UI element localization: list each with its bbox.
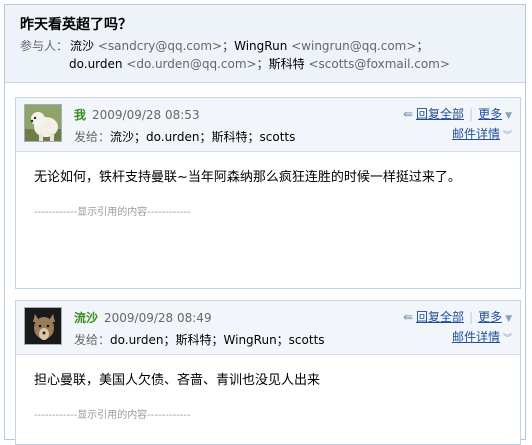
sender-line: 流沙 2009/09/28 08:49: [74, 309, 212, 326]
sender-name[interactable]: 流沙: [74, 311, 98, 325]
mail-details-link[interactable]: 邮件详情: [452, 127, 500, 141]
participant-email: <sandcry@qq.com>: [97, 39, 223, 53]
participant-email: <wingrun@qq.com>: [291, 39, 417, 53]
recipients-label: 发给：: [74, 130, 111, 144]
thread-subject: 昨天看英超了吗？: [20, 17, 132, 33]
message-actions: ⇚ 回复全部 | 更多 ▼ 邮件详情 ︾: [403, 307, 512, 347]
reply-all-link[interactable]: 回复全部: [416, 107, 464, 121]
sender-name[interactable]: 我: [74, 108, 86, 122]
recipients-label: 发给：: [74, 333, 111, 347]
message-body: 无论如何，铁杆支持曼联~当年阿森纳那么疯狂连胜的时候一样挺过来了。 ------…: [16, 152, 520, 228]
chevron-down-icon[interactable]: ▼: [505, 111, 512, 121]
message-header: 流沙 2009/09/28 08:49 发给：do.urden；斯科特；WingR…: [16, 301, 520, 355]
message-body: 担心曼联，美国人欠债、吝啬、青训也没见人出来 ------------显示引用的…: [16, 355, 520, 431]
recipients: do.urden；斯科特；WingRun；scotts: [110, 333, 325, 347]
participants-line-2: do.urden <do.urden@qq.com>；斯科特 <scotts@f…: [69, 57, 450, 71]
more-link[interactable]: 更多: [478, 310, 502, 324]
participant-name[interactable]: do.urden: [69, 57, 123, 71]
double-chevron-down-icon[interactable]: ︾: [503, 131, 512, 141]
participant-email: <do.urden@qq.com>: [126, 57, 257, 71]
double-chevron-down-icon[interactable]: ︾: [503, 334, 512, 344]
mail-details-link[interactable]: 邮件详情: [452, 330, 500, 344]
divider: |: [469, 107, 474, 121]
show-quoted-toggle[interactable]: ------------显示引用的内容------------: [34, 203, 502, 218]
more-link[interactable]: 更多: [478, 107, 502, 121]
participants-list: 参与人： 流沙 <sandcry@qq.com>；WingRun <wingrun…: [20, 37, 520, 73]
avatar[interactable]: [24, 307, 62, 345]
message-header: 我 2009/09/28 08:53 发给：流沙；do.urden；斯科特；sco…: [16, 98, 520, 152]
chevron-down-icon[interactable]: ▼: [505, 314, 512, 324]
reply-arrow-icon: ⇚: [402, 310, 413, 324]
participant-name[interactable]: 流沙: [70, 39, 94, 53]
recipients-line: 发给：流沙；do.urden；斯科特；scotts: [74, 128, 295, 145]
thread-header: 昨天看英超了吗？ 参与人： 流沙 <sandcry@qq.com>；WingRun…: [5, 5, 525, 83]
message-text: 担心曼联，美国人欠债、吝啬、青训也没见人出来: [34, 373, 321, 388]
divider: |: [469, 310, 474, 324]
recipients-line: 发给：do.urden；斯科特；WingRun；scotts: [74, 331, 325, 348]
message-card: 流沙 2009/09/28 08:49 发给：do.urden；斯科特；WingR…: [15, 300, 521, 445]
sender-line: 我 2009/09/28 08:53: [74, 106, 200, 123]
message-card: 我 2009/09/28 08:53 发给：流沙；do.urden；斯科特；sco…: [15, 97, 521, 289]
mail-thread-view: 昨天看英超了吗？ 参与人： 流沙 <sandcry@qq.com>；WingRun…: [4, 4, 526, 445]
reply-arrow-icon: ⇚: [402, 107, 413, 121]
message-time: 2009/09/28 08:49: [104, 311, 212, 325]
participant-name[interactable]: 斯科特: [269, 57, 305, 71]
participant-email: <scotts@foxmail.com>: [308, 57, 450, 71]
reply-all-link[interactable]: 回复全部: [416, 310, 464, 324]
show-quoted-toggle[interactable]: ------------显示引用的内容------------: [34, 406, 502, 421]
message-actions: ⇚ 回复全部 | 更多 ▼ 邮件详情 ︾: [403, 104, 512, 144]
participants-label: 参与人：: [20, 39, 69, 53]
message-time: 2009/09/28 08:53: [92, 108, 200, 122]
avatar[interactable]: [24, 104, 62, 142]
recipients: 流沙；do.urden；斯科特；scotts: [110, 130, 296, 144]
message-text: 无论如何，铁杆支持曼联~当年阿森纳那么疯狂连胜的时候一样挺过来了。: [34, 170, 461, 185]
participant-name[interactable]: WingRun: [234, 39, 287, 53]
